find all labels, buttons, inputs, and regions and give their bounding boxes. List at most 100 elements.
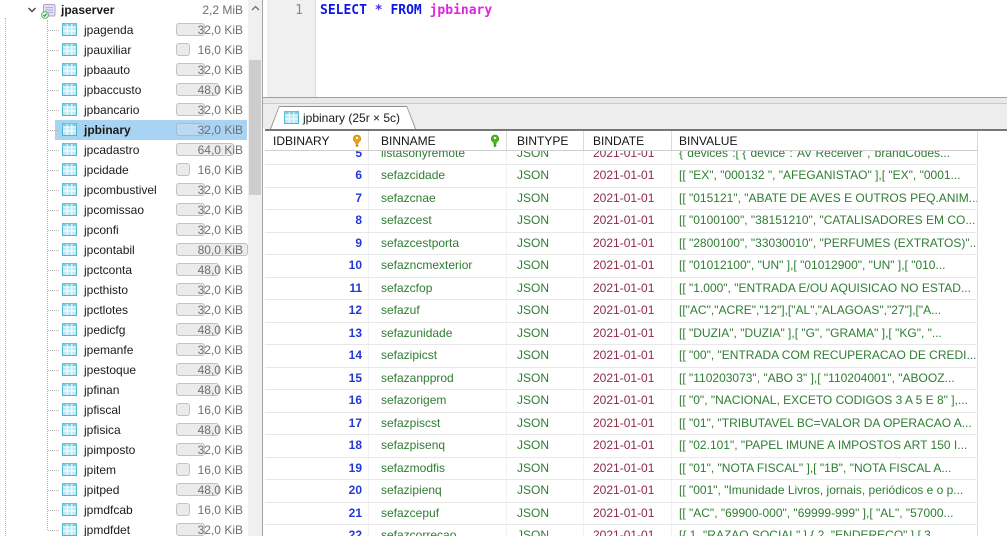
cell-bintype[interactable]: JSON (507, 323, 584, 345)
cell-binvalue[interactable]: [[ "EX", "000132 ", "AFEGANISTAO" ],[ "E… (672, 165, 978, 187)
column-header[interactable]: IDBINARY (265, 131, 369, 150)
cell-binvalue[interactable]: [[ "01", "TRIBUTAVEL BC=VALOR DA OPERACA… (672, 413, 978, 435)
cell-bindate[interactable]: 2021-01-01 (584, 188, 672, 210)
cell-binname[interactable]: listasonyremote (369, 151, 507, 164)
cell-binname[interactable]: sefazipienq (369, 480, 507, 502)
sidebar-item[interactable]: jpmdfcab 16,0 KiB (0, 500, 248, 520)
sidebar-item[interactable]: jpbancario 32,0 KiB (0, 100, 248, 120)
cell-idbinary[interactable]: 15 (265, 368, 369, 390)
sidebar-item[interactable]: jpauxiliar 16,0 KiB (0, 40, 248, 60)
sidebar-item[interactable]: jpcadastro 64,0 KiB (0, 140, 248, 160)
column-header[interactable]: BINVALUE (672, 131, 978, 150)
cell-bindate[interactable]: 2021-01-01 (584, 458, 672, 480)
cell-bintype[interactable]: JSON (507, 165, 584, 187)
cell-binname[interactable]: sefazcfop (369, 278, 507, 300)
cell-binname[interactable]: sefazorigem (369, 390, 507, 412)
cell-bintype[interactable]: JSON (507, 210, 584, 232)
cell-bindate[interactable]: 2021-01-01 (584, 300, 672, 322)
sidebar-item-jpaserver[interactable]: jpaserver 2,2 MiB (0, 0, 248, 20)
cell-bintype[interactable]: JSON (507, 480, 584, 502)
sidebar-item[interactable]: jpcthisto 32,0 KiB (0, 280, 248, 300)
sidebar-item[interactable]: jpctconta 48,0 KiB (0, 260, 248, 280)
cell-idbinary[interactable]: 19 (265, 458, 369, 480)
table-row[interactable]: 17 sefazpiscst JSON 2021-01-01 [[ "01", … (265, 413, 978, 436)
sql-editor[interactable]: 1 SELECT * FROM jpbinary (263, 0, 1007, 98)
cell-binname[interactable]: sefazcorrecao (369, 525, 507, 536)
cell-bindate[interactable]: 2021-01-01 (584, 435, 672, 457)
table-row[interactable]: 10 sefazncmexterior JSON 2021-01-01 [[ "… (265, 255, 978, 278)
cell-binname[interactable]: sefazncmexterior (369, 255, 507, 277)
cell-binvalue[interactable]: [[ "00", "ENTRADA COM RECUPERACAO DE CRE… (672, 345, 978, 367)
cell-binname[interactable]: sefazanpprod (369, 368, 507, 390)
cell-binvalue[interactable]: [[ "0100100", "38151210", "CATALISADORES… (672, 210, 978, 232)
cell-binvalue[interactable]: [[ "001", "Imunidade Livros, jornais, pe… (672, 480, 978, 502)
sql-code[interactable]: SELECT * FROM jpbinary (316, 0, 492, 97)
cell-bintype[interactable]: JSON (507, 300, 584, 322)
cell-bintype[interactable]: JSON (507, 345, 584, 367)
table-row[interactable]: 13 sefazunidade JSON 2021-01-01 [[ "DUZI… (265, 323, 978, 346)
table-row[interactable]: 11 sefazcfop JSON 2021-01-01 [[ "1.000",… (265, 278, 978, 301)
cell-idbinary[interactable]: 9 (265, 233, 369, 255)
cell-bintype[interactable]: JSON (507, 390, 584, 412)
cell-bintype[interactable]: JSON (507, 435, 584, 457)
cell-binname[interactable]: sefazcepuf (369, 503, 507, 525)
cell-binvalue[interactable]: [[ "110203073", "ABO 3" ],[ "110204001",… (672, 368, 978, 390)
cell-bintype[interactable]: JSON (507, 368, 584, 390)
cell-bindate[interactable]: 2021-01-01 (584, 480, 672, 502)
cell-idbinary[interactable]: 17 (265, 413, 369, 435)
column-header[interactable]: BINTYPE (507, 131, 584, 150)
sidebar-item[interactable]: jpemanfe 32,0 KiB (0, 340, 248, 360)
sidebar-item[interactable]: jpimposto 32,0 KiB (0, 440, 248, 460)
table-row[interactable]: 7 sefazcnae JSON 2021-01-01 [[ "015121",… (265, 188, 978, 211)
cell-binvalue[interactable]: [["AC","ACRE","12"],["AL","ALAGOAS","27"… (672, 300, 978, 322)
cell-binname[interactable]: sefazcestporta (369, 233, 507, 255)
cell-bintype[interactable]: JSON (507, 233, 584, 255)
sidebar-item[interactable]: jpfisica 48,0 KiB (0, 420, 248, 440)
cell-bindate[interactable]: 2021-01-01 (584, 390, 672, 412)
cell-idbinary[interactable]: 6 (265, 165, 369, 187)
sidebar-item[interactable]: jpbaauto 32,0 KiB (0, 60, 248, 80)
sidebar-item[interactable]: jpagenda 32,0 KiB (0, 20, 248, 40)
table-row[interactable]: 8 sefazcest JSON 2021-01-01 [[ "0100100"… (265, 210, 978, 233)
cell-idbinary[interactable]: 5 (265, 151, 369, 164)
scroll-up-arrow[interactable] (248, 0, 262, 15)
cell-binvalue[interactable]: [[ "1.000", "ENTRADA E/OU AQUISICAO NO E… (672, 278, 978, 300)
cell-bindate[interactable]: 2021-01-01 (584, 210, 672, 232)
cell-binname[interactable]: sefazcnae (369, 188, 507, 210)
cell-binname[interactable]: sefazpisenq (369, 435, 507, 457)
cell-idbinary[interactable]: 16 (265, 390, 369, 412)
sidebar-item[interactable]: jpmdfdet 32,0 KiB (0, 520, 248, 536)
table-row[interactable]: 15 sefazanpprod JSON 2021-01-01 [[ "1102… (265, 368, 978, 391)
sidebar-item[interactable]: jpedicfg 48,0 KiB (0, 320, 248, 340)
cell-bindate[interactable]: 2021-01-01 (584, 278, 672, 300)
chevron-down-icon[interactable] (26, 4, 38, 16)
cell-bintype[interactable]: JSON (507, 278, 584, 300)
cell-binvalue[interactable]: [[ "AC", "69900-000", "69999-999" ],[ "A… (672, 503, 978, 525)
cell-bintype[interactable]: JSON (507, 151, 584, 164)
sidebar-item[interactable]: jpcomissao 32,0 KiB (0, 200, 248, 220)
cell-idbinary[interactable]: 21 (265, 503, 369, 525)
sidebar-item[interactable]: jpitped 48,0 KiB (0, 480, 248, 500)
table-row[interactable]: 14 sefazipicst JSON 2021-01-01 [[ "00", … (265, 345, 978, 368)
scrollbar-thumb[interactable] (249, 60, 261, 195)
sidebar-item[interactable]: jpestoque 48,0 KiB (0, 360, 248, 380)
sidebar-item[interactable]: jpconfi 32,0 KiB (0, 220, 248, 240)
cell-binname[interactable]: sefazpiscst (369, 413, 507, 435)
column-header[interactable]: BINNAME (369, 131, 507, 150)
sidebar-item[interactable]: jpcombustivel 32,0 KiB (0, 180, 248, 200)
cell-binvalue[interactable]: [[ "01", "NOTA FISCAL" ],[ "1B", "NOTA F… (672, 458, 978, 480)
cell-bindate[interactable]: 2021-01-01 (584, 151, 672, 164)
table-row[interactable]: 20 sefazipienq JSON 2021-01-01 [[ "001",… (265, 480, 978, 503)
sidebar-item[interactable]: jpfiscal 16,0 KiB (0, 400, 248, 420)
table-row[interactable]: 9 sefazcestporta JSON 2021-01-01 [[ "280… (265, 233, 978, 256)
cell-binvalue[interactable]: [{ 1, "RAZAO SOCIAL" ],{ 2, "ENDERECO" ]… (672, 525, 978, 536)
table-row[interactable]: 18 sefazpisenq JSON 2021-01-01 [[ "02.10… (265, 435, 978, 458)
table-row[interactable]: 19 sefazmodfis JSON 2021-01-01 [[ "01", … (265, 458, 978, 481)
cell-binvalue[interactable]: [[ "015121", "ABATE DE AVES E OUTROS PEQ… (672, 188, 978, 210)
table-row[interactable]: 22 sefazcorrecao JSON 2021-01-01 [{ 1, "… (265, 525, 978, 536)
cell-idbinary[interactable]: 13 (265, 323, 369, 345)
cell-binvalue[interactable]: {"devices":[ {"device":"AV Receiver","br… (672, 151, 978, 164)
cell-binvalue[interactable]: [[ "01012100", "UN" ],[ "01012900", "UN"… (672, 255, 978, 277)
table-row[interactable]: 12 sefazuf JSON 2021-01-01 [["AC","ACRE"… (265, 300, 978, 323)
cell-idbinary[interactable]: 11 (265, 278, 369, 300)
